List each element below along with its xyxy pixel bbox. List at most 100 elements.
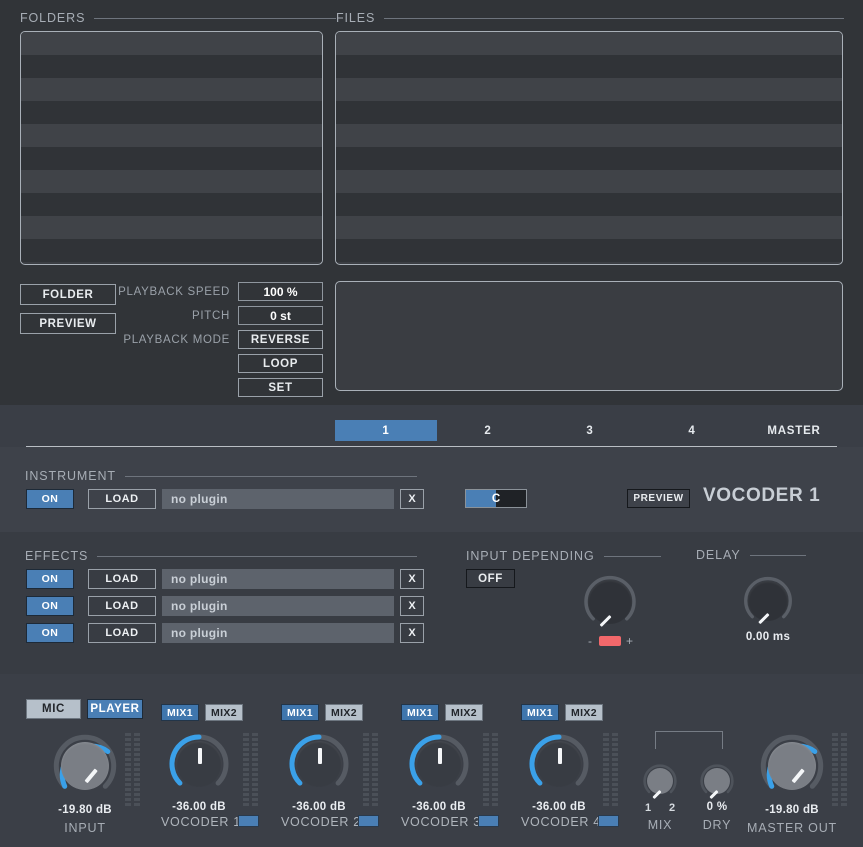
- vocoder-1-gain-knob[interactable]: [166, 731, 232, 797]
- vocoder-2-channel: -36.00 dB: [286, 731, 352, 813]
- effect-slot-2: ON LOAD no plugin X: [26, 596, 424, 616]
- knob-pointer: [317, 748, 322, 764]
- input-gain-value: -19.80 dB: [58, 804, 112, 816]
- effect-2-load-button[interactable]: LOAD: [88, 596, 156, 616]
- vocoder-4-mix2-button[interactable]: MIX2: [565, 704, 603, 721]
- effect-2-on-button[interactable]: ON: [26, 596, 74, 616]
- instrument-plugin-name[interactable]: no plugin: [162, 489, 394, 509]
- list-item[interactable]: [336, 216, 842, 239]
- instrument-load-button[interactable]: LOAD: [88, 489, 156, 509]
- tab-1[interactable]: 1: [335, 420, 437, 441]
- folder-button[interactable]: FOLDER: [20, 284, 116, 305]
- list-item[interactable]: [336, 55, 842, 78]
- files-label: FILES: [336, 11, 376, 25]
- input-depending-state-button[interactable]: OFF: [466, 569, 515, 588]
- list-item[interactable]: [21, 239, 322, 262]
- list-item[interactable]: [21, 101, 322, 124]
- header-rule: [94, 17, 336, 19]
- files-list[interactable]: [335, 31, 843, 265]
- vocoder-3-mix-buttons: MIX1 MIX2: [401, 704, 483, 721]
- list-item[interactable]: [336, 78, 842, 101]
- effects-header: EFFECTS: [25, 549, 417, 563]
- delay-knob-group: 0.00 ms: [740, 573, 796, 643]
- tab-master[interactable]: MASTER: [743, 420, 845, 441]
- delay-knob[interactable]: [740, 573, 796, 629]
- mix-knob-group: 1 2 MIX: [641, 762, 679, 832]
- tab-3[interactable]: 3: [539, 420, 641, 441]
- list-item[interactable]: [21, 193, 322, 216]
- effect-1-load-button[interactable]: LOAD: [88, 569, 156, 589]
- source-player-button[interactable]: PLAYER: [87, 699, 143, 719]
- instrument-on-button[interactable]: ON: [26, 489, 74, 509]
- key-slider[interactable]: C: [465, 489, 527, 508]
- effect-slot-1: ON LOAD no plugin X: [26, 569, 424, 589]
- tab-4[interactable]: 4: [641, 420, 743, 441]
- effect-1-plugin-name[interactable]: no plugin: [162, 569, 394, 589]
- source-mic-button[interactable]: MIC: [26, 699, 81, 719]
- effect-3-clear-button[interactable]: X: [400, 623, 424, 643]
- mix-tick-1: 1: [645, 802, 652, 814]
- vocoder-3-mix2-button[interactable]: MIX2: [445, 704, 483, 721]
- instrument-clear-button[interactable]: X: [400, 489, 424, 509]
- effect-3-plugin-name[interactable]: no plugin: [162, 623, 394, 643]
- input-depending-minus[interactable]: -: [588, 634, 592, 648]
- pitch-value[interactable]: 0 st: [238, 306, 323, 325]
- effect-2-clear-button[interactable]: X: [400, 596, 424, 616]
- vocoder-2-gain-knob[interactable]: [286, 731, 352, 797]
- input-depending-plus[interactable]: +: [626, 634, 633, 648]
- effect-1-clear-button[interactable]: X: [400, 569, 424, 589]
- playback-mode-set[interactable]: SET: [238, 378, 323, 397]
- list-item[interactable]: [21, 170, 322, 193]
- list-item[interactable]: [336, 147, 842, 170]
- vocoder-1-mix2-button[interactable]: MIX2: [205, 704, 243, 721]
- playback-mode-loop[interactable]: LOOP: [238, 354, 323, 373]
- input-gain-knob[interactable]: [50, 731, 120, 801]
- playback-mode-reverse[interactable]: REVERSE: [238, 330, 323, 349]
- list-item[interactable]: [336, 101, 842, 124]
- effects-label: EFFECTS: [25, 549, 89, 563]
- list-item[interactable]: [21, 55, 322, 78]
- preview-button[interactable]: PREVIEW: [20, 313, 116, 334]
- list-item[interactable]: [21, 147, 322, 170]
- list-item[interactable]: [336, 32, 842, 55]
- header-rule: [384, 17, 844, 19]
- tab-2[interactable]: 2: [437, 420, 539, 441]
- vocoder-2-mix1-button[interactable]: MIX1: [281, 704, 319, 721]
- header-rule: [97, 555, 417, 557]
- vocoder-4-toggle[interactable]: [598, 815, 619, 827]
- list-item[interactable]: [21, 216, 322, 239]
- vocoder-4-gain-knob[interactable]: [526, 731, 592, 797]
- playback-speed-value[interactable]: 100 %: [238, 282, 323, 301]
- list-item[interactable]: [21, 124, 322, 147]
- folders-list[interactable]: [20, 31, 323, 265]
- vocoder-1-mix1-button[interactable]: MIX1: [161, 704, 199, 721]
- list-item[interactable]: [336, 124, 842, 147]
- vocoder-3-mix1-button[interactable]: MIX1: [401, 704, 439, 721]
- mix-knob[interactable]: [641, 762, 679, 800]
- vocoder-2-mix2-button[interactable]: MIX2: [325, 704, 363, 721]
- vocoder-1-toggle[interactable]: [238, 815, 259, 827]
- list-item[interactable]: [336, 170, 842, 193]
- effect-1-on-button[interactable]: ON: [26, 569, 74, 589]
- dry-knob[interactable]: [698, 762, 736, 800]
- input-depending-label: INPUT DEPENDING: [466, 549, 595, 563]
- effect-3-load-button[interactable]: LOAD: [88, 623, 156, 643]
- input-depending-knob[interactable]: [580, 572, 640, 632]
- waveform-display[interactable]: [335, 281, 843, 391]
- vocoder-2-mix-buttons: MIX1 MIX2: [281, 704, 363, 721]
- folders-header: FOLDERS: [20, 11, 336, 25]
- list-item[interactable]: [21, 78, 322, 101]
- effect-2-plugin-name[interactable]: no plugin: [162, 596, 394, 616]
- vocoder-2-toggle[interactable]: [358, 815, 379, 827]
- vocoder-4-mix1-button[interactable]: MIX1: [521, 704, 559, 721]
- vocoder-3-gain-knob[interactable]: [406, 731, 472, 797]
- header-rule: [749, 554, 806, 556]
- vocoder-3-toggle[interactable]: [478, 815, 499, 827]
- effect-3-on-button[interactable]: ON: [26, 623, 74, 643]
- master-out-knob[interactable]: [757, 731, 827, 801]
- list-item[interactable]: [21, 32, 322, 55]
- list-item[interactable]: [336, 193, 842, 216]
- input-vu-meter: [125, 733, 140, 806]
- instrument-preview-button[interactable]: PREVIEW: [627, 489, 690, 508]
- list-item[interactable]: [336, 239, 842, 262]
